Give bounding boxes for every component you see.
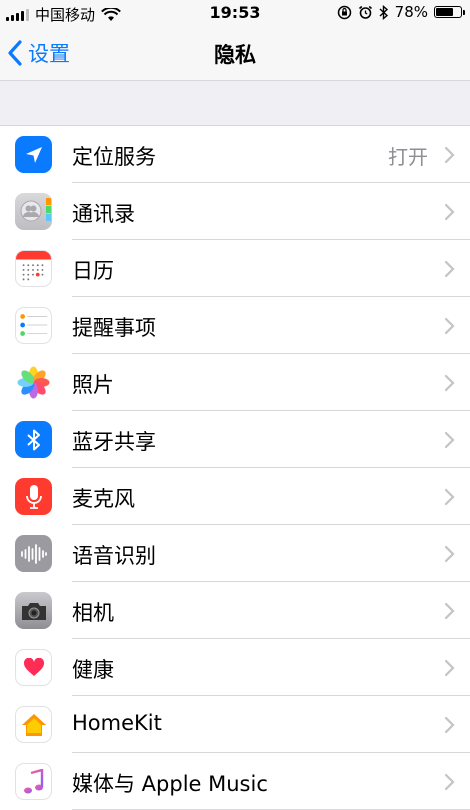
list-item-location-services[interactable]: 定位服务 打开 [0,126,470,183]
list-item-label: 健康 [72,658,114,682]
list-item-label: 麦克风 [72,487,135,511]
chevron-right-icon [444,374,455,392]
bluetooth-status-icon [379,4,388,20]
alarm-icon [358,5,372,19]
reminders-icon [15,307,52,344]
calendar-icon [15,250,52,287]
music-note-icon [15,763,52,800]
list-item-label: 照片 [72,373,114,397]
health-heart-icon [15,649,52,686]
list-item-camera[interactable]: 相机 [0,582,470,639]
bluetooth-icon [15,421,52,458]
chevron-right-icon [444,203,455,221]
chevron-right-icon [444,317,455,335]
list-item-reminders[interactable]: 提醒事项 [0,297,470,354]
chevron-right-icon [444,602,455,620]
list-item-bluetooth-sharing[interactable]: 蓝牙共享 [0,411,470,468]
chevron-right-icon [444,545,455,563]
photos-icon [15,364,52,401]
list-item-calendar[interactable]: 日历 [0,240,470,297]
navigation-bar: 设置 隐私 [0,26,470,81]
list-item-photos[interactable]: 照片 [0,354,470,411]
chevron-right-icon [444,431,455,449]
list-item-label: 媒体与 Apple Music [72,772,268,796]
list-item-homekit[interactable]: HomeKit [0,696,470,753]
chevron-right-icon [444,773,455,791]
list-item-health[interactable]: 健康 [0,639,470,696]
chevron-right-icon [444,716,455,734]
list-item-label: 蓝牙共享 [72,430,156,454]
location-arrow-icon [15,136,52,173]
chevron-right-icon [444,146,455,164]
chevron-right-icon [444,488,455,506]
battery-icon [434,6,465,18]
page-title: 隐私 [214,43,256,67]
list-item-speech-recognition[interactable]: 语音识别 [0,525,470,582]
list-item-label: 日历 [72,259,114,283]
list-item-media-apple-music[interactable]: 媒体与 Apple Music [0,753,470,810]
status-right: 78% [337,3,465,21]
list-item-label: 提醒事项 [72,316,156,340]
list-item-microphone[interactable]: 麦克风 [0,468,470,525]
list-item-label: 定位服务 [72,145,156,169]
list-item-label: 语音识别 [72,544,156,568]
orientation-lock-icon [337,5,351,19]
list-item-detail: 打开 [388,145,428,169]
speech-recognition-icon [15,535,52,572]
status-bar: 中国移动 19:53 78% [0,0,470,26]
chevron-right-icon [444,260,455,278]
battery-percent: 78% [394,3,428,21]
list-item-label: HomeKit [72,711,162,735]
list-item-contacts[interactable]: 通讯录 [0,183,470,240]
privacy-settings-list: 定位服务 打开 通讯录 日历 提醒事项 照片 蓝牙共享 麦克风 语音识别 相机 … [0,125,470,810]
camera-icon [15,592,52,629]
list-item-label: 相机 [72,601,114,625]
contacts-icon [15,193,52,230]
chevron-right-icon [444,659,455,677]
list-item-label: 通讯录 [72,202,135,226]
battery-fill [436,8,454,16]
microphone-icon [15,478,52,515]
homekit-icon [15,706,52,743]
